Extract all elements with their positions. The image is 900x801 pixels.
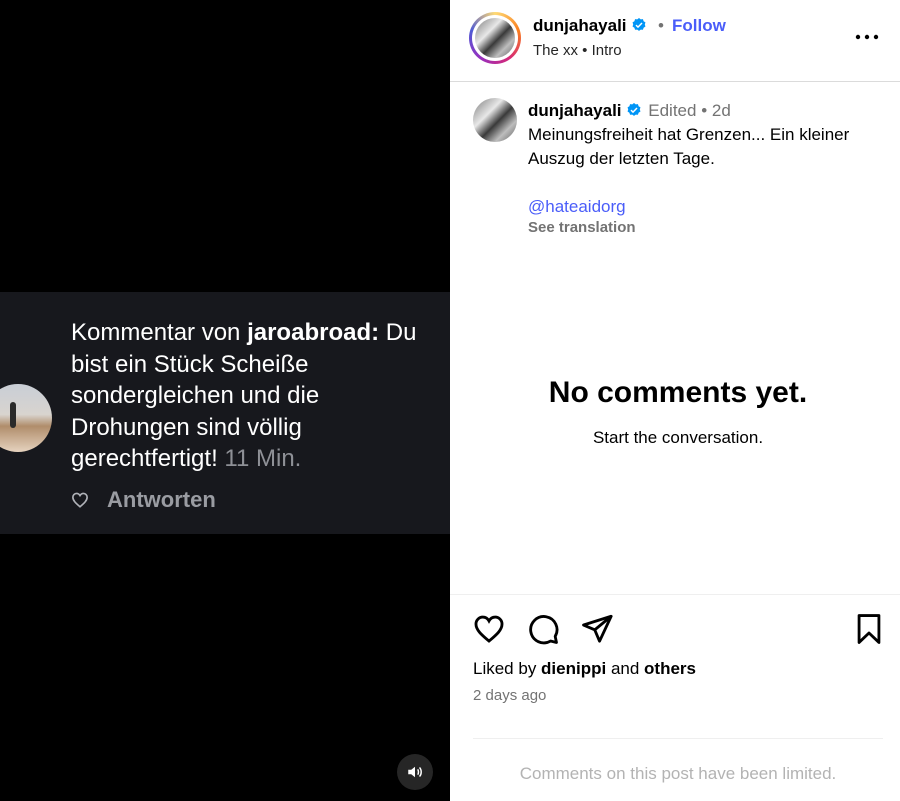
audio-track-link[interactable]: The xx • Intro: [533, 42, 622, 59]
liked-by-conj: and: [606, 659, 645, 678]
footer-divider: [473, 738, 883, 739]
overlay-comment-colon: :: [371, 319, 380, 346]
share-icon[interactable]: [580, 612, 614, 646]
heart-icon: [72, 492, 88, 508]
overlay-comment-actions: Antworten: [71, 486, 216, 514]
verified-badge-icon: [632, 18, 645, 31]
more-horizontal-icon[interactable]: [854, 26, 880, 48]
author-username-link[interactable]: dunjahayali: [533, 16, 647, 36]
author-username: dunjahayali: [533, 16, 627, 35]
post-timestamp[interactable]: 2 days ago: [473, 687, 546, 704]
caption-username[interactable]: dunjahayali: [528, 101, 622, 120]
follow-button[interactable]: Follow: [672, 16, 726, 36]
see-translation-link[interactable]: See translation: [528, 219, 888, 237]
overlay-reply-label: Antworten: [107, 487, 216, 512]
author-avatar[interactable]: [469, 12, 521, 64]
comments-limited-notice: Comments on this post have been limited.: [519, 764, 837, 783]
bookmark-icon[interactable]: [852, 612, 886, 646]
no-comments-title: No comments yet.: [548, 376, 808, 409]
caption-author-avatar[interactable]: [473, 98, 517, 142]
header-separator: •: [658, 16, 664, 35]
caption-text: Meinungsfreiheit hat Grenzen... Ein klei…: [528, 125, 850, 168]
liked-by-user-link[interactable]: dienippi: [541, 659, 606, 678]
liked-by-prefix: Liked by: [473, 659, 542, 678]
post-header: dunjahayali • Follow The xx • Intro: [450, 0, 900, 82]
overlay-comment-username: jaroabroad: [247, 319, 372, 346]
audio-toggle-button[interactable]: [397, 754, 433, 790]
post-media[interactable]: Kommentar von jaroabroad: Du bist ein St…: [0, 0, 450, 801]
overlay-comment-time: 11 Min.: [224, 445, 302, 472]
liked-by-summary: Liked by dienippi and others: [473, 659, 696, 679]
overlay-comment-text: Kommentar von jaroabroad: Du bist ein St…: [71, 317, 441, 475]
post-panel: dunjahayali • Follow The xx • Intro dunj…: [450, 0, 900, 801]
heart-icon[interactable]: [472, 612, 506, 646]
overlay-comment-prefix: Kommentar von: [71, 319, 248, 346]
comment-icon[interactable]: [526, 612, 560, 646]
no-comments-subtitle: Start the conversation.: [592, 428, 764, 447]
liked-by-others-link[interactable]: others: [644, 659, 696, 678]
speaker-icon: [408, 766, 422, 778]
caption-edited-meta: Edited • 2d: [648, 101, 731, 120]
verified-badge-icon: [627, 103, 640, 116]
actions-divider: [450, 594, 900, 596]
caption-mention-link[interactable]: @hateaidorg: [528, 195, 888, 219]
caption-body: dunjahayali Edited • 2d Meinungsfreiheit…: [528, 99, 888, 237]
